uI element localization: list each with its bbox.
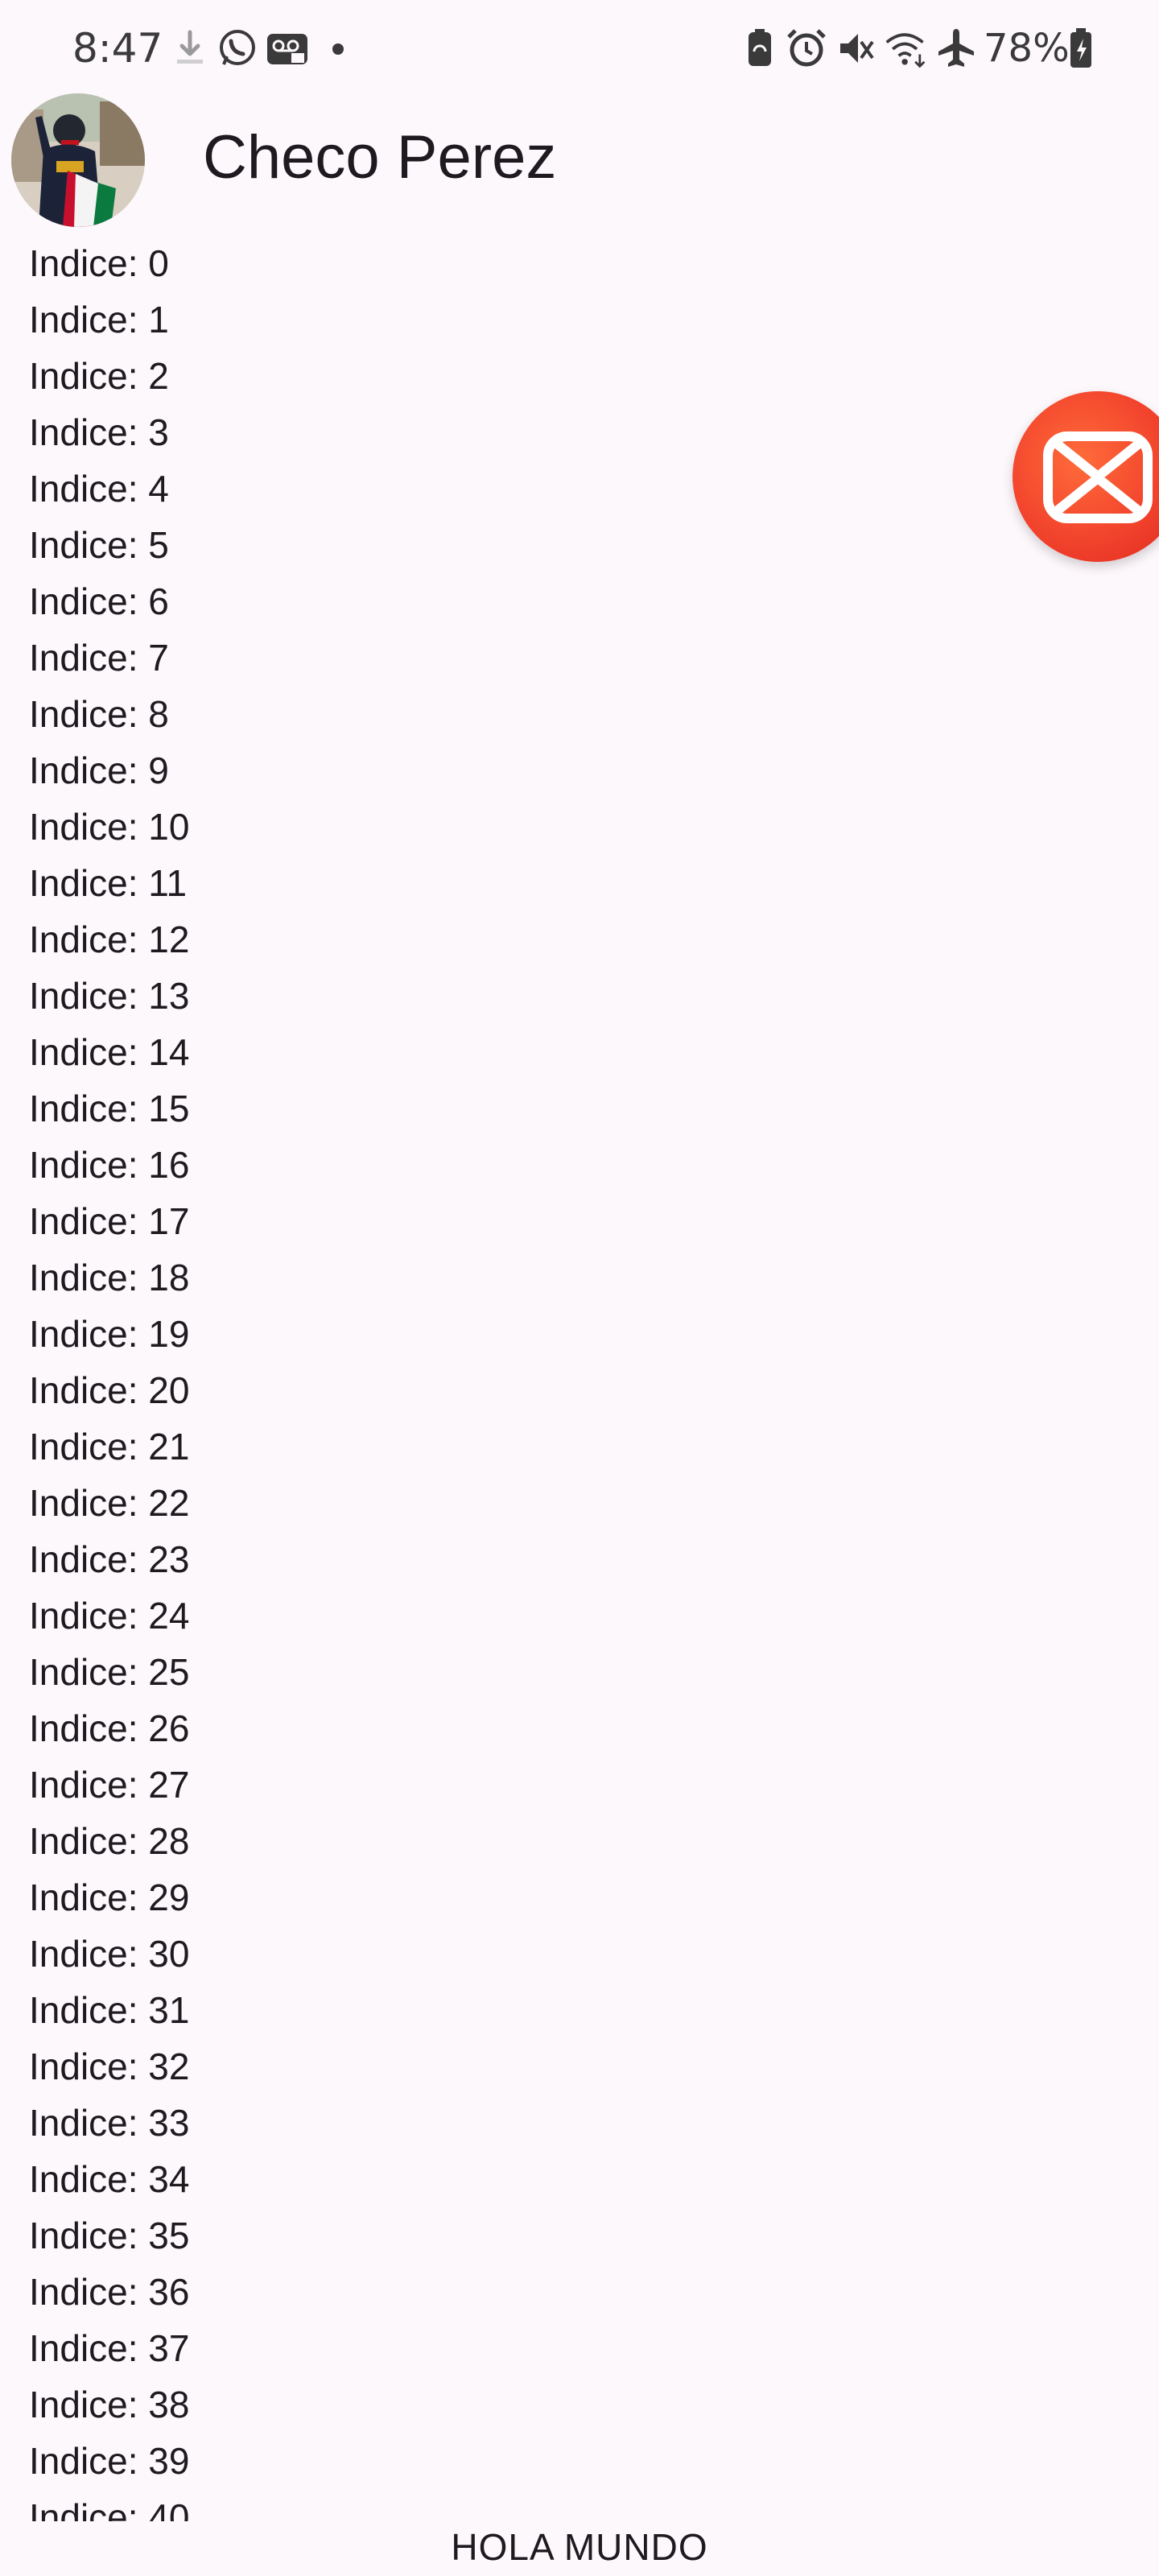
download-icon bbox=[177, 30, 203, 64]
list-item: Indice: 34 bbox=[29, 2158, 190, 2200]
list-item: Indice: 28 bbox=[29, 1820, 190, 1862]
list-item: Indice: 10 bbox=[29, 806, 190, 848]
list-item: Indice: 33 bbox=[29, 2102, 190, 2144]
list-item: Indice: 2 bbox=[29, 355, 169, 397]
app-title: Checo Perez bbox=[203, 123, 557, 192]
list-item: Indice: 15 bbox=[29, 1088, 190, 1129]
list-item: Indice: 1 bbox=[29, 299, 169, 341]
list-item: Indice: 0 bbox=[29, 242, 169, 284]
list-item: Indice: 37 bbox=[29, 2327, 190, 2369]
list-item: Indice: 22 bbox=[29, 1482, 190, 1524]
list-item: Indice: 25 bbox=[29, 1651, 190, 1693]
list-item: Indice: 7 bbox=[29, 637, 169, 679]
list-item: Indice: 26 bbox=[29, 1707, 190, 1749]
list-item: Indice: 24 bbox=[29, 1595, 190, 1637]
list-item: Indice: 8 bbox=[29, 693, 169, 735]
status-time: 8:47 bbox=[72, 25, 163, 72]
list-item: Indice: 11 bbox=[29, 862, 188, 904]
list-item: Indice: 29 bbox=[29, 1876, 190, 1918]
list-item: Indice: 27 bbox=[29, 1764, 190, 1806]
list-item: Indice: 20 bbox=[29, 1369, 190, 1411]
list-item: Indice: 16 bbox=[29, 1144, 190, 1186]
list-item: Indice: 14 bbox=[29, 1031, 190, 1073]
mute-icon bbox=[840, 34, 874, 63]
battery-percentage: 78% bbox=[984, 26, 1070, 71]
list-item: Indice: 35 bbox=[29, 2215, 190, 2256]
bubble-logo-icon bbox=[1043, 431, 1153, 523]
avatar[interactable] bbox=[11, 93, 145, 227]
list-item: Indice: 17 bbox=[29, 1200, 190, 1242]
battery-saver-icon bbox=[749, 29, 771, 66]
app-bar: Checo Perez bbox=[0, 89, 1159, 227]
list-item: Indice: 6 bbox=[29, 580, 169, 622]
list-item: Indice: 36 bbox=[29, 2271, 190, 2313]
list-item: Indice: 13 bbox=[29, 975, 190, 1017]
dot-icon bbox=[332, 43, 344, 55]
whatsapp-icon bbox=[220, 30, 255, 65]
list-item: Indice: 3 bbox=[29, 411, 169, 453]
airplane-icon bbox=[938, 29, 974, 67]
list-item: Indice: 23 bbox=[29, 1538, 190, 1580]
list-item: Indice: 31 bbox=[29, 1989, 190, 2031]
list-item: Indice: 12 bbox=[29, 919, 190, 960]
alarm-icon bbox=[787, 29, 826, 67]
list-item: Indice: 21 bbox=[29, 1426, 190, 1468]
index-list[interactable]: Indice: 0 Indice: 1 Indice: 2 Indice: 3 … bbox=[0, 235, 1159, 2521]
list-item: Indice: 32 bbox=[29, 2046, 190, 2087]
list-item: Indice: 38 bbox=[29, 2384, 190, 2425]
list-item: Indice: 39 bbox=[29, 2440, 190, 2482]
status-bar: 8:47 78% bbox=[0, 0, 1159, 97]
avatar-photo bbox=[11, 93, 145, 227]
list-item: Indice: 9 bbox=[29, 749, 169, 791]
list-item: Indice: 18 bbox=[29, 1257, 190, 1298]
list-item: Indice: 40 bbox=[29, 2496, 190, 2521]
list-item: Indice: 5 bbox=[29, 524, 169, 566]
list-item: Indice: 19 bbox=[29, 1313, 190, 1355]
list-item: Indice: 4 bbox=[29, 468, 169, 510]
bottom-text: HOLA MUNDO bbox=[451, 2526, 708, 2568]
voicemail-icon bbox=[267, 34, 307, 64]
list-item: Indice: 30 bbox=[29, 1933, 190, 1975]
battery-icon bbox=[1070, 28, 1091, 68]
wifi-icon bbox=[885, 33, 926, 68]
